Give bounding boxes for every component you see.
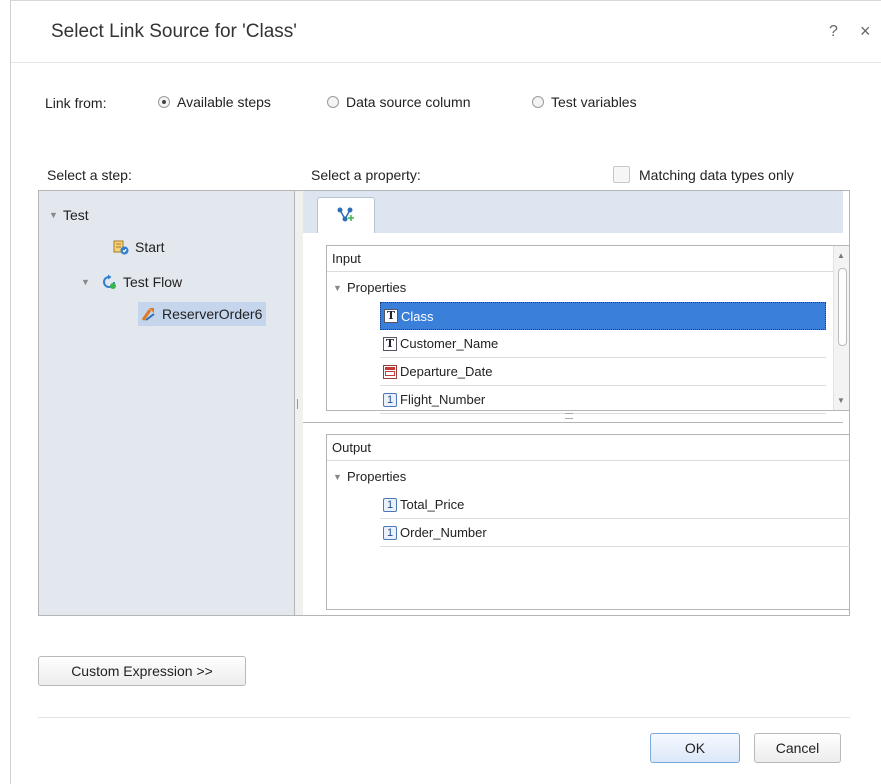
caret-down-icon[interactable]: ▼ — [49, 210, 63, 220]
checkbox-label: Matching data types only — [639, 166, 794, 183]
tree-node-label: Start — [135, 239, 165, 255]
property-row-departure-date[interactable]: Departure_Date — [380, 358, 826, 386]
tree-node-test-flow[interactable]: ▼ Test Flow — [81, 274, 182, 290]
property-name: Customer_Name — [400, 336, 499, 351]
property-name: Total_Price — [400, 497, 465, 512]
tree-node-label: ReserverOrder6 — [162, 306, 263, 322]
caret-down-icon[interactable]: ▼ — [81, 277, 95, 287]
radio-data-source-column[interactable]: Data source column — [327, 94, 471, 110]
start-step-icon — [113, 239, 129, 255]
ok-button[interactable]: OK — [650, 733, 740, 763]
input-vertical-scrollbar[interactable]: ▲ ▼ — [833, 246, 849, 410]
input-header: Input — [327, 246, 849, 272]
text-type-icon: T — [383, 336, 397, 351]
footer-divider — [38, 717, 850, 718]
radio-label: Data source column — [346, 94, 471, 110]
output-header: Output — [327, 435, 849, 461]
property-name: Class — [401, 308, 434, 324]
caret-down-icon[interactable]: ▼ — [333, 472, 347, 482]
property-name: Flight_Number — [400, 392, 486, 407]
scroll-up-icon[interactable]: ▲ — [837, 251, 845, 260]
flow-loop-icon — [101, 274, 117, 290]
splitter-grip[interactable] — [297, 399, 298, 409]
numeric-type-icon: 1 — [383, 497, 397, 512]
input-properties-grid: Input ▼ Properties T Class T Customer_Na… — [326, 245, 850, 414]
matching-data-types-checkbox[interactable]: Matching data types only — [613, 166, 794, 183]
date-type-icon — [383, 364, 397, 379]
step-tree-panel: ▼ Test Start ▼ Test Flow ReserverOrder6 — [38, 190, 295, 616]
tree-node-start[interactable]: Start — [113, 239, 165, 255]
select-property-label: Select a property: — [311, 167, 421, 183]
splitter-grip[interactable] — [565, 413, 573, 419]
radio-dot[interactable] — [532, 96, 544, 108]
property-row-total-price[interactable]: 1 Total_Price — [380, 491, 850, 519]
group-label: Properties — [347, 469, 407, 484]
scrollbar-thumb[interactable] — [838, 268, 847, 346]
dialog-title: Select Link Source for 'Class' — [51, 21, 297, 42]
checkbox-box[interactable] — [613, 166, 630, 183]
cancel-button[interactable]: Cancel — [754, 733, 841, 763]
property-row-customer-name[interactable]: T Customer_Name — [380, 330, 826, 358]
splitter-line — [303, 422, 843, 423]
tree-node-test[interactable]: ▼ Test — [49, 207, 89, 223]
link-from-label: Link from: — [45, 95, 107, 111]
custom-expression-button[interactable]: Custom Expression >> — [38, 656, 246, 686]
tree-node-label: Test Flow — [123, 274, 183, 290]
property-name: Departure_Date — [400, 364, 493, 379]
output-properties-grid: Output ▼ Properties 1 Total_Price 1 Orde… — [326, 434, 850, 610]
radio-dot-checked[interactable] — [158, 96, 170, 108]
horizontal-splitter[interactable] — [303, 410, 843, 424]
dialog-titlebar: Select Link Source for 'Class' ? × — [11, 1, 881, 63]
radio-test-variables[interactable]: Test variables — [532, 94, 637, 110]
title-divider — [11, 62, 881, 63]
select-step-label: Select a step: — [47, 167, 132, 183]
data-link-icon — [336, 206, 356, 229]
numeric-type-icon: 1 — [383, 525, 397, 540]
property-row-class[interactable]: T Class — [380, 302, 826, 330]
tree-node-reserverorder6[interactable]: ReserverOrder6 — [138, 302, 267, 326]
caret-down-icon[interactable]: ▼ — [333, 283, 347, 293]
property-name: Order_Number — [400, 525, 487, 540]
vertical-splitter[interactable] — [295, 190, 303, 616]
tree-node-label: Test — [63, 207, 89, 223]
wrench-activity-icon — [140, 306, 156, 322]
input-properties-group[interactable]: ▼ Properties — [333, 280, 406, 295]
property-row-order-number[interactable]: 1 Order_Number — [380, 519, 850, 547]
group-label: Properties — [347, 280, 407, 295]
help-icon[interactable]: ? — [829, 23, 838, 41]
scroll-down-icon[interactable]: ▼ — [837, 396, 845, 405]
radio-available-steps[interactable]: Available steps — [158, 94, 271, 110]
radio-label: Test variables — [551, 94, 637, 110]
tab-data-link[interactable] — [317, 197, 375, 233]
text-type-icon: T — [384, 309, 398, 323]
radio-dot[interactable] — [327, 96, 339, 108]
radio-label: Available steps — [177, 94, 271, 110]
property-tabstrip — [303, 191, 843, 233]
close-icon[interactable]: × — [860, 21, 871, 42]
output-properties-group[interactable]: ▼ Properties — [333, 469, 406, 484]
property-panel: Input ▼ Properties T Class T Customer_Na… — [303, 190, 850, 616]
numeric-type-icon: 1 — [383, 392, 397, 407]
